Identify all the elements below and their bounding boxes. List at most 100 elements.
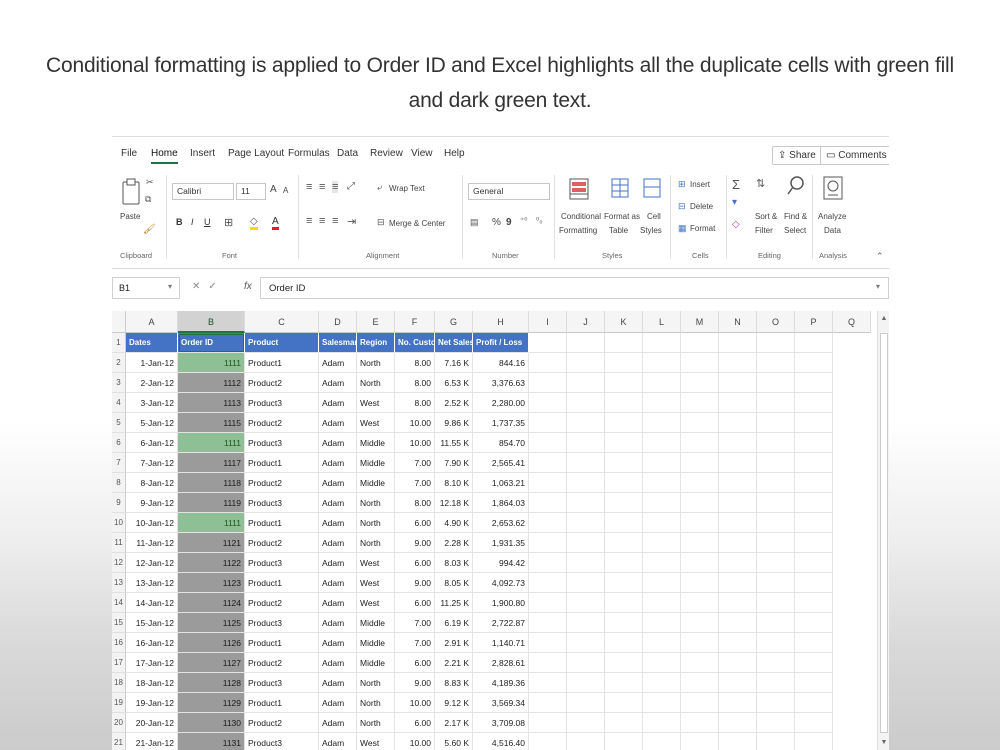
empty-cell[interactable] (605, 693, 643, 713)
data-cell[interactable]: 18-Jan-12 (126, 673, 178, 693)
data-cell[interactable]: Product1 (245, 693, 319, 713)
empty-cell[interactable] (681, 453, 719, 473)
data-cell[interactable]: 8.03 K (435, 553, 473, 573)
empty-cell[interactable] (605, 613, 643, 633)
empty-cell[interactable] (643, 693, 681, 713)
format-cells-button[interactable]: Format (690, 224, 715, 233)
empty-cell[interactable] (757, 713, 795, 733)
empty-cell[interactable] (529, 693, 567, 713)
empty-cell[interactable] (605, 733, 643, 750)
empty-cell[interactable] (795, 573, 833, 593)
data-cell[interactable]: Adam (319, 613, 357, 633)
data-cell[interactable]: North (357, 533, 395, 553)
data-cell[interactable]: 9-Jan-12 (126, 493, 178, 513)
data-cell[interactable]: Product2 (245, 653, 319, 673)
empty-cell[interactable] (605, 573, 643, 593)
empty-cell[interactable] (681, 373, 719, 393)
empty-cell[interactable] (567, 353, 605, 373)
data-cell[interactable]: Middle (357, 433, 395, 453)
row-header[interactable]: 13 (112, 573, 126, 593)
empty-cell[interactable] (529, 453, 567, 473)
merge-center-button[interactable]: Merge & Center (389, 219, 445, 228)
data-cell[interactable]: 13-Jan-12 (126, 573, 178, 593)
column-header-m[interactable]: M (681, 311, 719, 333)
data-cell[interactable]: 7.16 K (435, 353, 473, 373)
data-cell[interactable]: West (357, 593, 395, 613)
empty-cell[interactable] (681, 713, 719, 733)
data-cell[interactable]: Product1 (245, 573, 319, 593)
font-size-field[interactable]: 11 (236, 183, 266, 200)
empty-cell[interactable] (719, 693, 757, 713)
empty-cell[interactable] (529, 713, 567, 733)
column-header-l[interactable]: L (643, 311, 681, 333)
borders-icon[interactable]: ⊞ (224, 216, 233, 229)
data-cell[interactable]: Adam (319, 533, 357, 553)
empty-cell[interactable] (567, 453, 605, 473)
data-cell[interactable]: 11.25 K (435, 593, 473, 613)
data-cell[interactable]: 20-Jan-12 (126, 713, 178, 733)
data-cell[interactable]: Adam (319, 733, 357, 750)
data-cell[interactable]: Adam (319, 513, 357, 533)
empty-cell[interactable] (605, 653, 643, 673)
empty-cell[interactable] (719, 373, 757, 393)
indent-icon[interactable]: ⇥ (347, 215, 356, 228)
empty-cell[interactable] (719, 433, 757, 453)
bold-button[interactable]: B (176, 217, 183, 227)
data-cell[interactable]: West (357, 573, 395, 593)
empty-cell[interactable] (529, 613, 567, 633)
empty-cell[interactable] (643, 453, 681, 473)
data-cell[interactable]: Adam (319, 653, 357, 673)
empty-cell[interactable] (719, 473, 757, 493)
select-all-corner[interactable] (112, 311, 126, 333)
data-cell[interactable]: 2.28 K (435, 533, 473, 553)
empty-cell[interactable] (529, 493, 567, 513)
data-cell[interactable]: 8.10 K (435, 473, 473, 493)
data-cell[interactable]: 6.53 K (435, 373, 473, 393)
data-cell[interactable]: Product3 (245, 553, 319, 573)
empty-cell[interactable] (795, 513, 833, 533)
empty-cell[interactable] (681, 733, 719, 750)
empty-cell[interactable] (757, 473, 795, 493)
data-cell[interactable]: 12.18 K (435, 493, 473, 513)
data-cell[interactable]: 14-Jan-12 (126, 593, 178, 613)
row-header[interactable]: 20 (112, 713, 126, 733)
empty-cell[interactable] (757, 393, 795, 413)
empty-cell[interactable] (567, 653, 605, 673)
data-cell[interactable]: 6.00 (395, 653, 435, 673)
empty-cell[interactable] (567, 473, 605, 493)
row-header[interactable]: 10 (112, 513, 126, 533)
empty-cell[interactable] (529, 353, 567, 373)
empty-cell[interactable] (757, 513, 795, 533)
header-cell[interactable]: Salesman (319, 333, 357, 353)
empty-cell[interactable] (757, 693, 795, 713)
empty-cell[interactable] (681, 653, 719, 673)
order-id-cell[interactable]: 1124 (178, 593, 245, 613)
tab-insert[interactable]: Insert (190, 148, 215, 159)
empty-cell[interactable] (567, 693, 605, 713)
data-cell[interactable]: Product2 (245, 533, 319, 553)
autosum-icon[interactable]: Σ (732, 177, 740, 192)
empty-cell[interactable] (719, 453, 757, 473)
empty-cell[interactable] (605, 593, 643, 613)
select-label[interactable]: Select (784, 226, 806, 235)
data-cell[interactable]: 7.90 K (435, 453, 473, 473)
comments-button[interactable]: ▭ Comments (820, 146, 889, 165)
data-cell[interactable]: 12-Jan-12 (126, 553, 178, 573)
data-cell[interactable]: North (357, 373, 395, 393)
order-id-cell[interactable]: 1123 (178, 573, 245, 593)
fill-color-icon[interactable]: ◇ (250, 216, 258, 230)
empty-cell[interactable] (795, 473, 833, 493)
data-cell[interactable]: 7-Jan-12 (126, 453, 178, 473)
empty-cell[interactable] (605, 373, 643, 393)
row-header[interactable]: 12 (112, 553, 126, 573)
data-cell[interactable]: Product2 (245, 413, 319, 433)
empty-cell[interactable] (529, 473, 567, 493)
empty-cell[interactable] (795, 333, 833, 353)
empty-cell[interactable] (529, 513, 567, 533)
data-cell[interactable]: 8.00 (395, 373, 435, 393)
data-cell[interactable]: Product1 (245, 513, 319, 533)
empty-cell[interactable] (681, 673, 719, 693)
empty-cell[interactable] (719, 493, 757, 513)
row-header[interactable]: 1 (112, 333, 126, 353)
empty-cell[interactable] (567, 373, 605, 393)
